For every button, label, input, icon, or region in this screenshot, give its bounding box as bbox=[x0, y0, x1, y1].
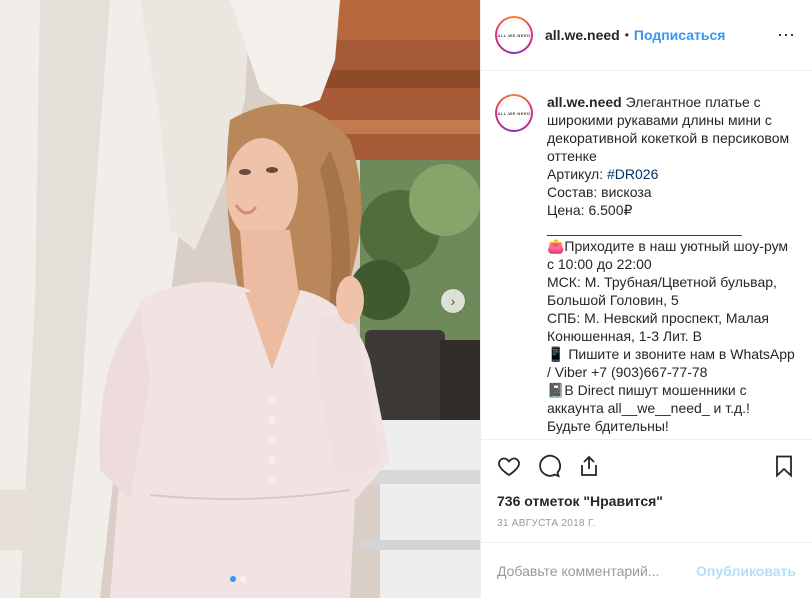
post-header: ALL.WE.NEED all.we.need • Подписаться ⋯ bbox=[481, 0, 812, 71]
next-photo-button[interactable]: › bbox=[441, 289, 465, 313]
heart-icon[interactable] bbox=[497, 454, 521, 478]
post-modal: › ALL.WE.NEED all.we.need • Подписаться … bbox=[0, 0, 812, 598]
header-username-link[interactable]: all.we.need bbox=[545, 27, 620, 43]
likes-count[interactable]: 736 отметок "Нравится" bbox=[481, 492, 812, 514]
post-date[interactable]: 31 августа 2018 г. bbox=[481, 514, 812, 542]
avatar[interactable]: ALL.WE.NEED bbox=[495, 16, 533, 54]
more-horizontal-icon[interactable]: ⋯ bbox=[777, 25, 796, 46]
chevron-right-icon: › bbox=[450, 293, 456, 309]
hashtag-link[interactable]: #DR026 bbox=[607, 166, 658, 182]
carousel-dot-active bbox=[230, 576, 236, 582]
caption-username-link[interactable]: all.we.need bbox=[547, 94, 622, 110]
share-icon[interactable] bbox=[577, 454, 601, 478]
comment-icon[interactable] bbox=[537, 454, 561, 478]
header-separator: • bbox=[624, 28, 629, 42]
carousel-indicator bbox=[230, 576, 246, 582]
bookmark-icon[interactable] bbox=[772, 454, 796, 478]
caption-avatar[interactable]: ALL.WE.NEED bbox=[495, 94, 533, 132]
comment-input[interactable] bbox=[497, 562, 687, 579]
avatar-logo-text: ALL.WE.NEED bbox=[497, 19, 530, 51]
caption: ALL.WE.NEED all.we.need Элегантное плать… bbox=[481, 71, 812, 439]
publish-button[interactable]: Опубликовать bbox=[696, 563, 796, 579]
caption-body-part2: Состав: вискоза Цена: 6.500₽ ___________… bbox=[547, 184, 795, 434]
avatar-logo-text: ALL.WE.NEED bbox=[497, 97, 530, 129]
photo-image bbox=[0, 0, 480, 598]
post-sidebar: ALL.WE.NEED all.we.need • Подписаться ⋯ … bbox=[480, 0, 812, 598]
post-photo[interactable]: › bbox=[0, 0, 480, 598]
comment-bar: Опубликовать bbox=[481, 542, 812, 598]
carousel-dot bbox=[240, 576, 246, 582]
action-bar bbox=[481, 439, 812, 492]
follow-button[interactable]: Подписаться bbox=[634, 27, 726, 43]
caption-text: all.we.need Элегантное платье с широкими… bbox=[547, 93, 796, 435]
